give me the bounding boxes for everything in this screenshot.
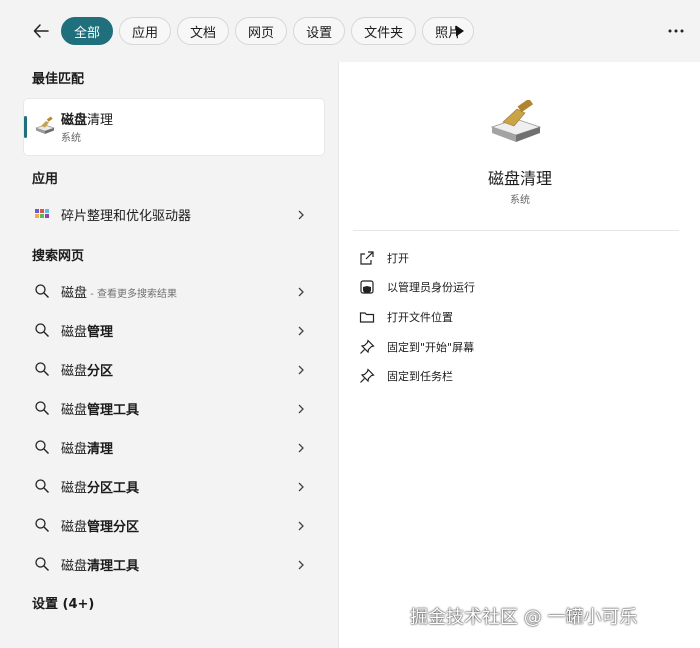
chevron-right-icon bbox=[294, 323, 308, 337]
action-run-as-admin[interactable]: 以管理员身份运行 bbox=[359, 275, 679, 299]
action-pin-to-start[interactable]: 固定到"开始"屏幕 bbox=[359, 335, 679, 359]
web-result-item[interactable]: 磁盘管理分区 bbox=[24, 509, 324, 541]
watermark: 掘金技术社区 @ 一罐小可乐 bbox=[410, 607, 638, 628]
web-result-bold: 磁盘 bbox=[61, 559, 88, 574]
web-result-item[interactable]: 磁盘清理工具 bbox=[24, 548, 324, 580]
action-pin-to-taskbar[interactable]: 固定到任务栏 bbox=[359, 364, 679, 388]
play-icon bbox=[456, 25, 464, 37]
tab-web[interactable]: 网页 bbox=[235, 17, 288, 45]
divider bbox=[353, 230, 679, 231]
pin-icon bbox=[360, 339, 375, 354]
chevron-right-icon bbox=[294, 207, 308, 221]
disk-cleanup-large-icon bbox=[489, 98, 543, 150]
web-result-label: 磁盘 - 查看更多搜索结果 bbox=[61, 282, 177, 301]
action-label: 打开文件位置 bbox=[387, 311, 453, 324]
shield-admin-icon bbox=[360, 280, 374, 294]
pin-icon bbox=[360, 368, 375, 383]
web-result-bold: 磁盘 bbox=[61, 442, 88, 457]
chevron-right-icon bbox=[294, 362, 308, 376]
best-match-title-rest: 清理 bbox=[87, 113, 114, 128]
web-result-label: 磁盘管理分区 bbox=[61, 516, 139, 535]
web-result-bold: 磁盘 bbox=[61, 403, 88, 418]
web-result-item[interactable]: 磁盘管理工具 bbox=[24, 392, 324, 424]
section-best-match: 最佳匹配 bbox=[32, 72, 85, 87]
web-result-rest: 分区工具 bbox=[87, 481, 140, 496]
app-item-label: 碎片整理和优化驱动器 bbox=[61, 209, 192, 224]
tab-settings[interactable]: 设置 bbox=[293, 17, 346, 45]
ellipsis-icon bbox=[668, 29, 684, 33]
defrag-icon bbox=[34, 206, 50, 222]
action-open-file-location[interactable]: 打开文件位置 bbox=[359, 305, 679, 329]
tab-folders[interactable]: 文件夹 bbox=[351, 17, 417, 45]
search-icon bbox=[34, 361, 50, 377]
section-web-search: 搜索网页 bbox=[32, 249, 85, 264]
web-result-label: 磁盘分区工具 bbox=[61, 477, 139, 496]
search-icon bbox=[34, 283, 50, 299]
chevron-right-icon bbox=[294, 479, 308, 493]
web-result-sub: - 查看更多搜索结果 bbox=[87, 289, 177, 300]
tab-documents[interactable]: 文档 bbox=[177, 17, 230, 45]
chevron-right-icon bbox=[294, 557, 308, 571]
top-bar: 全部 应用 文档 网页 设置 文件夹 照片 bbox=[0, 0, 700, 62]
best-match-title-bold: 磁盘 bbox=[61, 113, 88, 128]
search-icon bbox=[34, 439, 50, 455]
back-arrow-icon bbox=[33, 24, 49, 38]
action-label: 固定到任务栏 bbox=[387, 370, 453, 383]
web-result-rest: 清理工具 bbox=[87, 559, 140, 574]
web-result-bold: 磁盘 bbox=[61, 481, 88, 496]
search-icon bbox=[34, 556, 50, 572]
chevron-right-icon bbox=[294, 440, 308, 454]
web-result-item[interactable]: 磁盘分区工具 bbox=[24, 470, 324, 502]
web-result-item[interactable]: 磁盘 - 查看更多搜索结果 bbox=[24, 275, 324, 307]
best-match-subtitle: 系统 bbox=[61, 133, 81, 144]
disk-cleanup-icon bbox=[34, 116, 56, 140]
web-result-label: 磁盘管理工具 bbox=[61, 399, 139, 418]
action-label: 固定到"开始"屏幕 bbox=[387, 341, 475, 354]
chevron-right-icon bbox=[294, 284, 308, 298]
web-result-rest: 管理 bbox=[87, 325, 114, 340]
detail-subtitle: 系统 bbox=[510, 195, 530, 206]
filter-tabs: 全部 应用 文档 网页 设置 文件夹 照片 bbox=[61, 17, 475, 45]
web-result-label: 磁盘清理 bbox=[61, 438, 113, 457]
chevron-right-icon bbox=[294, 401, 308, 415]
web-result-bold: 磁盘 bbox=[61, 364, 88, 379]
web-result-item[interactable]: 磁盘管理 bbox=[24, 314, 324, 346]
action-label: 以管理员身份运行 bbox=[387, 281, 475, 294]
web-result-rest: 管理工具 bbox=[87, 403, 140, 418]
best-match-title: 磁盘清理 bbox=[61, 109, 113, 128]
section-settings: 设置 (4+) bbox=[32, 597, 95, 612]
best-match-item[interactable]: 磁盘清理 系统 bbox=[24, 99, 324, 155]
web-result-label: 磁盘清理工具 bbox=[61, 555, 139, 574]
section-apps: 应用 bbox=[32, 172, 59, 187]
detail-pane: 磁盘清理 系统 打开 以管理员身份运行 打开文件位置 固定到"开始"屏幕 固定到… bbox=[338, 62, 700, 648]
search-icon bbox=[34, 478, 50, 494]
search-icon bbox=[34, 517, 50, 533]
web-result-rest: 分区 bbox=[87, 364, 114, 379]
tab-apps[interactable]: 应用 bbox=[119, 17, 172, 45]
web-result-label: 磁盘分区 bbox=[61, 360, 113, 379]
web-result-item[interactable]: 磁盘分区 bbox=[24, 353, 324, 385]
back-button[interactable] bbox=[28, 18, 54, 44]
action-label: 打开 bbox=[387, 252, 409, 265]
web-result-bold: 磁盘 bbox=[61, 325, 88, 340]
web-result-bold: 磁盘 bbox=[61, 520, 88, 535]
chevron-right-icon bbox=[294, 518, 308, 532]
web-result-label: 磁盘管理 bbox=[61, 321, 113, 340]
tab-all[interactable]: 全部 bbox=[61, 17, 114, 45]
web-result-bold: 磁盘 bbox=[61, 286, 88, 301]
detail-title: 磁盘清理 bbox=[487, 169, 552, 188]
search-icon bbox=[34, 400, 50, 416]
action-open[interactable]: 打开 bbox=[359, 246, 679, 270]
web-result-item[interactable]: 磁盘清理 bbox=[24, 431, 324, 463]
web-result-rest: 清理 bbox=[87, 442, 114, 457]
folder-icon bbox=[359, 312, 375, 323]
app-item-defrag[interactable]: 碎片整理和优化驱动器 bbox=[24, 198, 324, 230]
search-icon bbox=[34, 322, 50, 338]
selection-indicator bbox=[24, 116, 27, 138]
web-result-rest: 管理分区 bbox=[87, 520, 140, 535]
more-tabs-button[interactable] bbox=[452, 22, 468, 40]
open-external-icon bbox=[360, 251, 374, 265]
more-options-button[interactable] bbox=[664, 21, 688, 41]
